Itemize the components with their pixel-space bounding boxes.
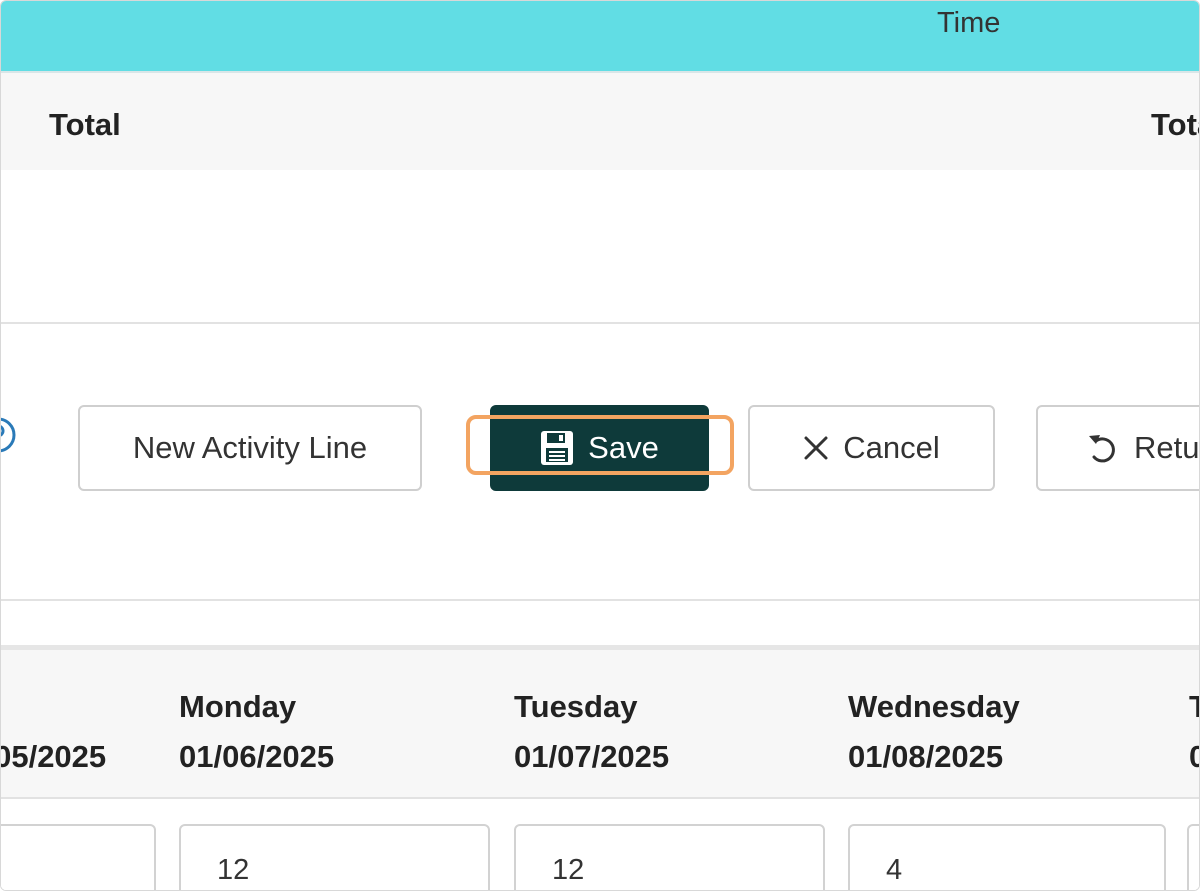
- day-date: 01/06/2025: [179, 739, 335, 774]
- spacer: [1, 601, 1199, 645]
- save-label: Save: [588, 430, 659, 465]
- cancel-label: Cancel: [843, 430, 940, 465]
- day-date: 01/09/2025: [1189, 732, 1199, 782]
- save-button[interactable]: Save: [490, 405, 709, 491]
- total-label-left: Total: [49, 107, 121, 142]
- day-column-header-sunday: 01/05/2025: [1, 682, 107, 782]
- hours-input-monday[interactable]: 12: [179, 824, 490, 890]
- day-column-header-tuesday: Tuesday 01/07/2025: [514, 682, 669, 782]
- day-date: 01/07/2025: [514, 739, 670, 774]
- day-name: [1, 682, 106, 732]
- total-label-right: Total: [1151, 107, 1199, 142]
- cancel-button[interactable]: Cancel: [748, 405, 995, 491]
- timesheet-frame: Time Total Total New Activity Line Save: [0, 0, 1200, 891]
- totals-row: Total Total: [1, 73, 1199, 170]
- day-column-header-thursday: Thursday 01/09/2025: [1189, 682, 1199, 782]
- time-header-label: Time: [937, 7, 1001, 39]
- hours-input-tuesday[interactable]: 12: [514, 824, 825, 890]
- day-name: Monday: [179, 689, 297, 724]
- hours-input-wednesday[interactable]: 4: [848, 824, 1166, 890]
- return-label: Return: [1134, 430, 1200, 465]
- day-name: Thursday: [1189, 682, 1199, 732]
- new-activity-line-button[interactable]: New Activity Line: [78, 405, 422, 491]
- day-column-header-wednesday: Wednesday 01/08/2025: [848, 682, 1020, 782]
- hours-input-sunday[interactable]: [1, 824, 156, 890]
- close-icon: [804, 436, 828, 460]
- day-date: 01/05/2025: [1, 739, 107, 774]
- hours-input-thursday[interactable]: [1187, 824, 1199, 890]
- floppy-disk-icon: [541, 431, 574, 465]
- help-icon[interactable]: [0, 416, 17, 454]
- time-header-bar: Time: [1, 1, 1199, 73]
- new-activity-line-label: New Activity Line: [132, 430, 368, 465]
- return-button[interactable]: Return: [1036, 405, 1200, 491]
- day-name: Tuesday: [514, 689, 638, 724]
- day-name: Wednesday: [848, 689, 1020, 724]
- summary-area: [1, 170, 1199, 322]
- day-column-header-monday: Monday 01/06/2025: [179, 682, 334, 782]
- day-date: 01/08/2025: [848, 739, 1004, 774]
- undo-icon: [1089, 435, 1115, 463]
